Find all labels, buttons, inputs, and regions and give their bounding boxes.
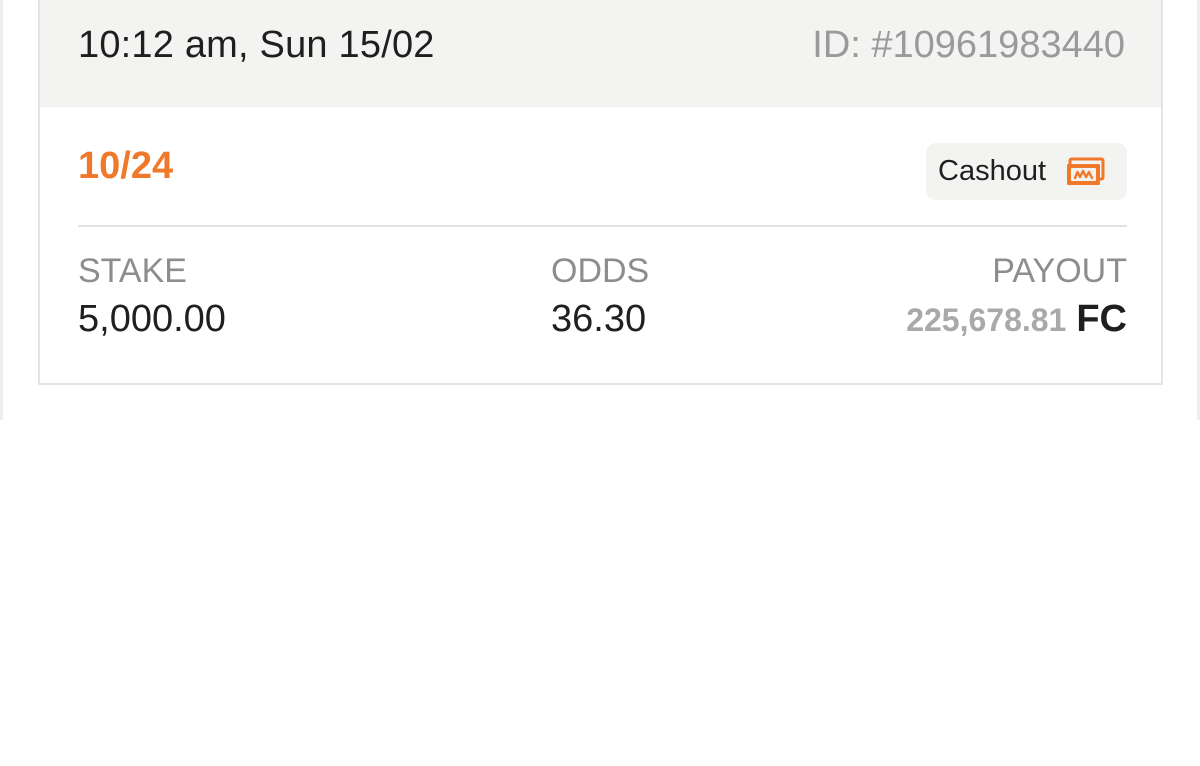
bet-stats: STAKE 5,000.00 ODDS 36.30 PAYOUT 225,678… bbox=[78, 252, 1127, 352]
frame-left-edge bbox=[0, 0, 3, 420]
payout-label: PAYOUT bbox=[992, 252, 1127, 290]
cashout-money-icon bbox=[1066, 157, 1106, 187]
bet-card[interactable]: 10:12 am, Sun 15/02 ID: #10961983440 10/… bbox=[38, 0, 1163, 385]
payout-value: 225,678.81 FC bbox=[906, 298, 1127, 341]
cashout-button[interactable]: Cashout bbox=[926, 143, 1127, 200]
payout-currency: FC bbox=[1076, 298, 1127, 340]
bet-history-frame: 10:12 am, Sun 15/02 ID: #10961983440 10/… bbox=[0, 0, 1200, 420]
payout-amount: 225,678.81 bbox=[906, 302, 1067, 338]
odds-label: ODDS bbox=[551, 252, 650, 290]
legs-won-count: 10/24 bbox=[78, 145, 174, 187]
stake-label: STAKE bbox=[78, 252, 187, 290]
odds-value: 36.30 bbox=[551, 298, 647, 340]
cashout-label: Cashout bbox=[938, 155, 1047, 187]
stake-value: 5,000.00 bbox=[78, 298, 226, 340]
bet-card-header: 10:12 am, Sun 15/02 ID: #10961983440 bbox=[40, 0, 1161, 107]
bet-datetime: 10:12 am, Sun 15/02 bbox=[78, 24, 435, 66]
bet-id: ID: #10961983440 bbox=[812, 24, 1125, 66]
bet-summary-row: 10/24 Cashout bbox=[78, 107, 1127, 227]
